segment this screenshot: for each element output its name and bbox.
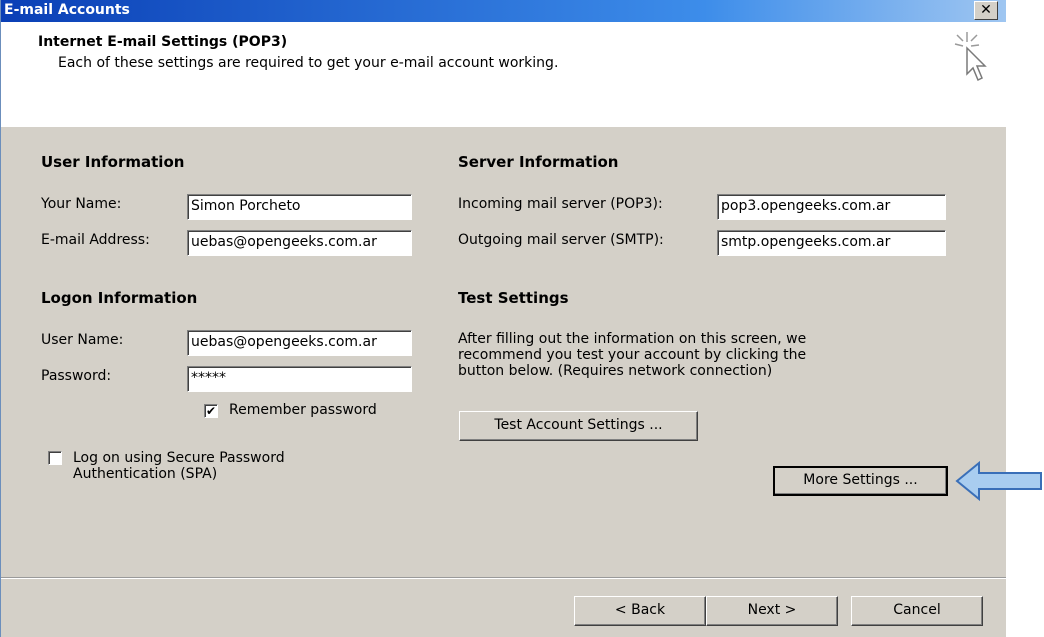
close-button[interactable]: ✕ xyxy=(974,1,998,20)
title-bar: E-mail Accounts ✕ xyxy=(1,0,1006,22)
user-name-label: User Name: xyxy=(41,332,124,348)
incoming-server-input[interactable]: pop3.opengeeks.com.ar xyxy=(717,194,946,220)
header-title: Internet E-mail Settings (POP3) xyxy=(38,34,288,50)
cursor-sparkle-icon xyxy=(954,32,987,82)
test-settings-description: After filling out the information on thi… xyxy=(458,331,806,379)
more-settings-button[interactable]: More Settings ... xyxy=(773,466,948,496)
outgoing-server-label: Outgoing mail server (SMTP): xyxy=(458,232,664,248)
test-desc-line3: button below. (Requires network connecti… xyxy=(458,363,773,379)
incoming-server-label: Incoming mail server (POP3): xyxy=(458,196,663,212)
test-desc-line1: After filling out the information on thi… xyxy=(458,331,807,347)
password-label: Password: xyxy=(41,368,112,384)
back-button[interactable]: < Back xyxy=(574,596,706,626)
logon-info-heading: Logon Information xyxy=(41,289,198,307)
server-info-heading: Server Information xyxy=(458,153,619,171)
close-icon: ✕ xyxy=(980,2,992,18)
footer-separator-highlight xyxy=(1,578,1006,579)
header-separator xyxy=(1,126,1006,127)
password-input[interactable]: ***** xyxy=(187,366,412,392)
header-subtitle: Each of these settings are required to g… xyxy=(58,55,559,71)
checkmark-icon: ✔ xyxy=(205,404,217,418)
test-desc-line2: recommend you test your account by click… xyxy=(458,347,807,363)
outgoing-server-input[interactable]: smtp.opengeeks.com.ar xyxy=(717,230,946,256)
remember-password-label: Remember password xyxy=(229,402,377,418)
test-account-settings-button[interactable]: Test Account Settings ... xyxy=(459,411,698,441)
spa-checkbox[interactable] xyxy=(48,451,62,465)
spa-label: Log on using Secure Password Authenticat… xyxy=(73,450,285,482)
email-address-label: E-mail Address: xyxy=(41,232,150,248)
spa-label-line1: Log on using Secure Password xyxy=(73,450,285,466)
cancel-button[interactable]: Cancel xyxy=(851,596,983,626)
remember-password-checkbox[interactable]: ✔ xyxy=(204,404,218,418)
next-button[interactable]: Next > xyxy=(706,596,838,626)
your-name-label: Your Name: xyxy=(41,196,122,212)
email-accounts-dialog: E-mail Accounts ✕ Internet E-mail Settin… xyxy=(0,0,1006,637)
your-name-input[interactable]: Simon Porcheto xyxy=(187,194,412,220)
spa-label-line2: Authentication (SPA) xyxy=(73,466,218,482)
blue-arrow-icon xyxy=(955,461,1042,501)
user-info-heading: User Information xyxy=(41,153,185,171)
user-name-input[interactable]: uebas@opengeeks.com.ar xyxy=(187,330,412,356)
email-address-input[interactable]: uebas@opengeeks.com.ar xyxy=(187,230,412,256)
window-title: E-mail Accounts xyxy=(4,2,130,18)
header-panel: Internet E-mail Settings (POP3) Each of … xyxy=(1,22,1006,127)
test-settings-heading: Test Settings xyxy=(458,289,569,307)
